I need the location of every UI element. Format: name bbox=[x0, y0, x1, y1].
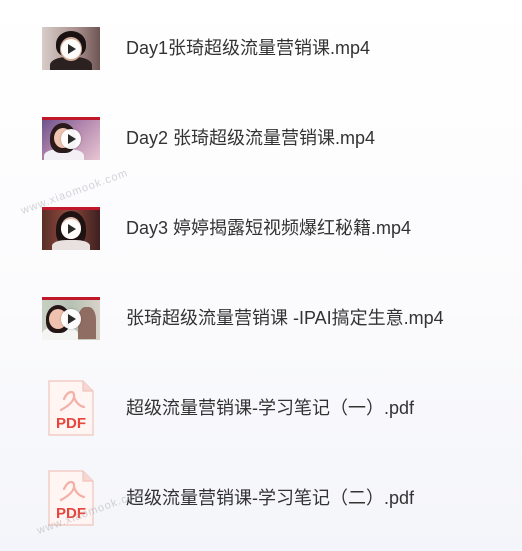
file-name[interactable]: 超级流量营销课-学习笔记（二）.pdf bbox=[126, 487, 414, 509]
file-item-day3-video[interactable]: Day3 婷婷揭露短视频爆红秘籍.mp4 bbox=[0, 188, 522, 268]
thumbnail-top-bar bbox=[42, 297, 100, 300]
play-icon[interactable] bbox=[61, 308, 81, 329]
pdf-file-icon[interactable]: PDF bbox=[47, 469, 95, 527]
thumbnail-top-bar bbox=[42, 117, 100, 120]
pdf-label: PDF bbox=[56, 505, 86, 522]
file-item-notes-pdf-1[interactable]: PDF 超级流量营销课-学习笔记（一）.pdf bbox=[0, 368, 522, 448]
video-thumbnail[interactable] bbox=[42, 297, 100, 340]
video-thumbnail[interactable] bbox=[42, 117, 100, 160]
file-name[interactable]: Day1张琦超级流量营销课.mp4 bbox=[126, 37, 370, 59]
file-name[interactable]: Day3 婷婷揭露短视频爆红秘籍.mp4 bbox=[126, 217, 411, 239]
file-name[interactable]: 张琦超级流量营销课 -IPAI搞定生意.mp4 bbox=[126, 307, 444, 329]
play-icon[interactable] bbox=[61, 218, 81, 239]
file-item-ipai-video[interactable]: 张琦超级流量营销课 -IPAI搞定生意.mp4 bbox=[0, 278, 522, 358]
file-name[interactable]: Day2 张琦超级流量营销课.mp4 bbox=[126, 127, 375, 149]
play-icon[interactable] bbox=[61, 38, 81, 59]
presenter-figure bbox=[52, 240, 90, 250]
pdf-label: PDF bbox=[56, 415, 86, 432]
video-thumbnail[interactable] bbox=[42, 27, 100, 70]
file-item-day2-video[interactable]: Day2 张琦超级流量营销课.mp4 bbox=[0, 98, 522, 178]
play-icon[interactable] bbox=[61, 128, 81, 149]
file-name[interactable]: 超级流量营销课-学习笔记（一）.pdf bbox=[126, 397, 414, 419]
pdf-file-icon[interactable]: PDF bbox=[47, 379, 95, 437]
file-list: Day1张琦超级流量营销课.mp4 Day2 张琦超级流量营销课.mp4 Day… bbox=[0, 0, 522, 551]
video-thumbnail[interactable] bbox=[42, 207, 100, 250]
second-figure bbox=[78, 307, 96, 339]
file-item-notes-pdf-2[interactable]: PDF 超级流量营销课-学习笔记（二）.pdf bbox=[0, 458, 522, 538]
thumbnail-top-bar bbox=[42, 207, 100, 210]
file-item-day1-video[interactable]: Day1张琦超级流量营销课.mp4 bbox=[0, 8, 522, 88]
